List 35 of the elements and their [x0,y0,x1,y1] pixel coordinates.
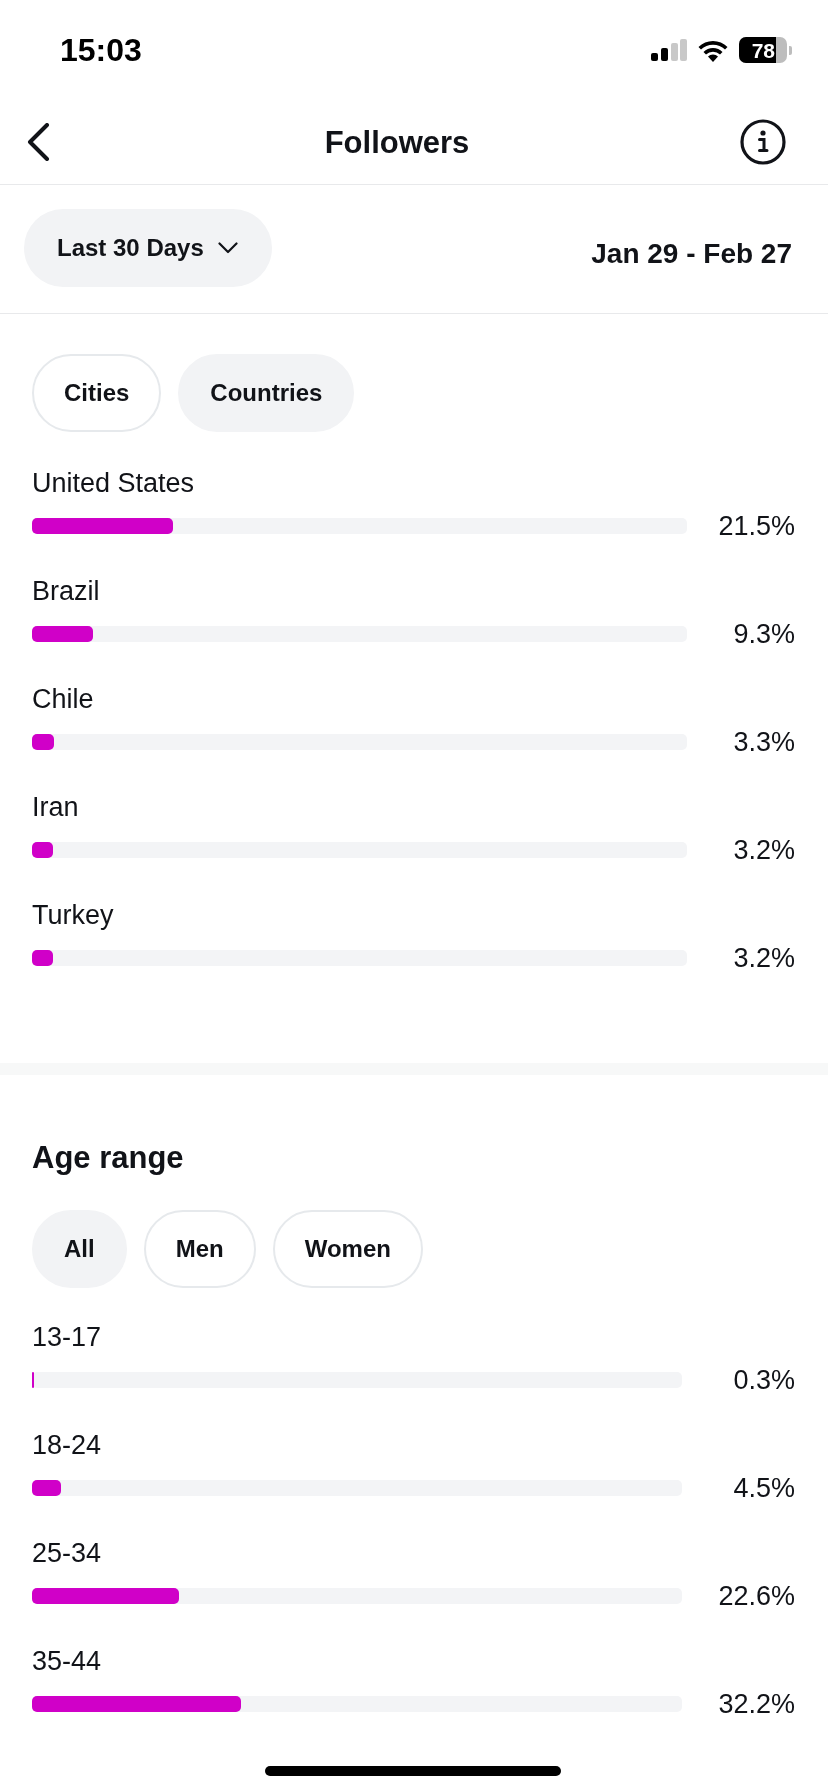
info-button[interactable] [740,119,786,165]
filter-tab[interactable]: Cities [32,354,162,432]
chevron-down-icon [217,242,238,254]
row-label: 13-17 [32,1321,102,1353]
percent-value: 3.2% [732,942,795,974]
back-chevron-icon [26,123,50,161]
filter-tab[interactable]: Women [272,1210,423,1288]
percent-value: 3.3% [732,726,795,758]
row-label: Brazil [32,575,100,607]
filter-tab[interactable]: Countries [178,354,355,432]
row-label: United States [32,467,195,499]
filter-tab[interactable]: All [32,1210,127,1288]
row-label: 18-24 [32,1429,102,1461]
battery-level: 78 [751,39,775,61]
row-label: Iran [32,791,79,823]
filter-tab[interactable]: Men [143,1210,256,1288]
wifi-icon [697,38,729,62]
date-range-text: Jan 29 - Feb 27 [591,240,792,268]
percent-value: 22.6% [717,1580,795,1612]
percent-value: 21.5% [717,510,795,542]
row-label: 35-44 [32,1645,102,1677]
percent-value: 4.5% [732,1472,795,1504]
percent-value: 9.3% [732,618,795,650]
percent-value: 32.2% [717,1688,795,1720]
date-range-dropdown[interactable]: Last 30 Days [24,209,272,287]
signal-icon [651,39,687,61]
status-time: 15:03 [60,34,142,66]
row-label: Turkey [32,899,114,931]
row-label: Chile [32,683,94,715]
row-label: 25-34 [32,1537,102,1569]
info-icon [740,119,786,165]
percent-value: 0.3% [732,1364,795,1396]
page-title: Followers [324,126,470,158]
percent-value: 3.2% [732,834,795,866]
section-title: Age range [32,1140,184,1176]
